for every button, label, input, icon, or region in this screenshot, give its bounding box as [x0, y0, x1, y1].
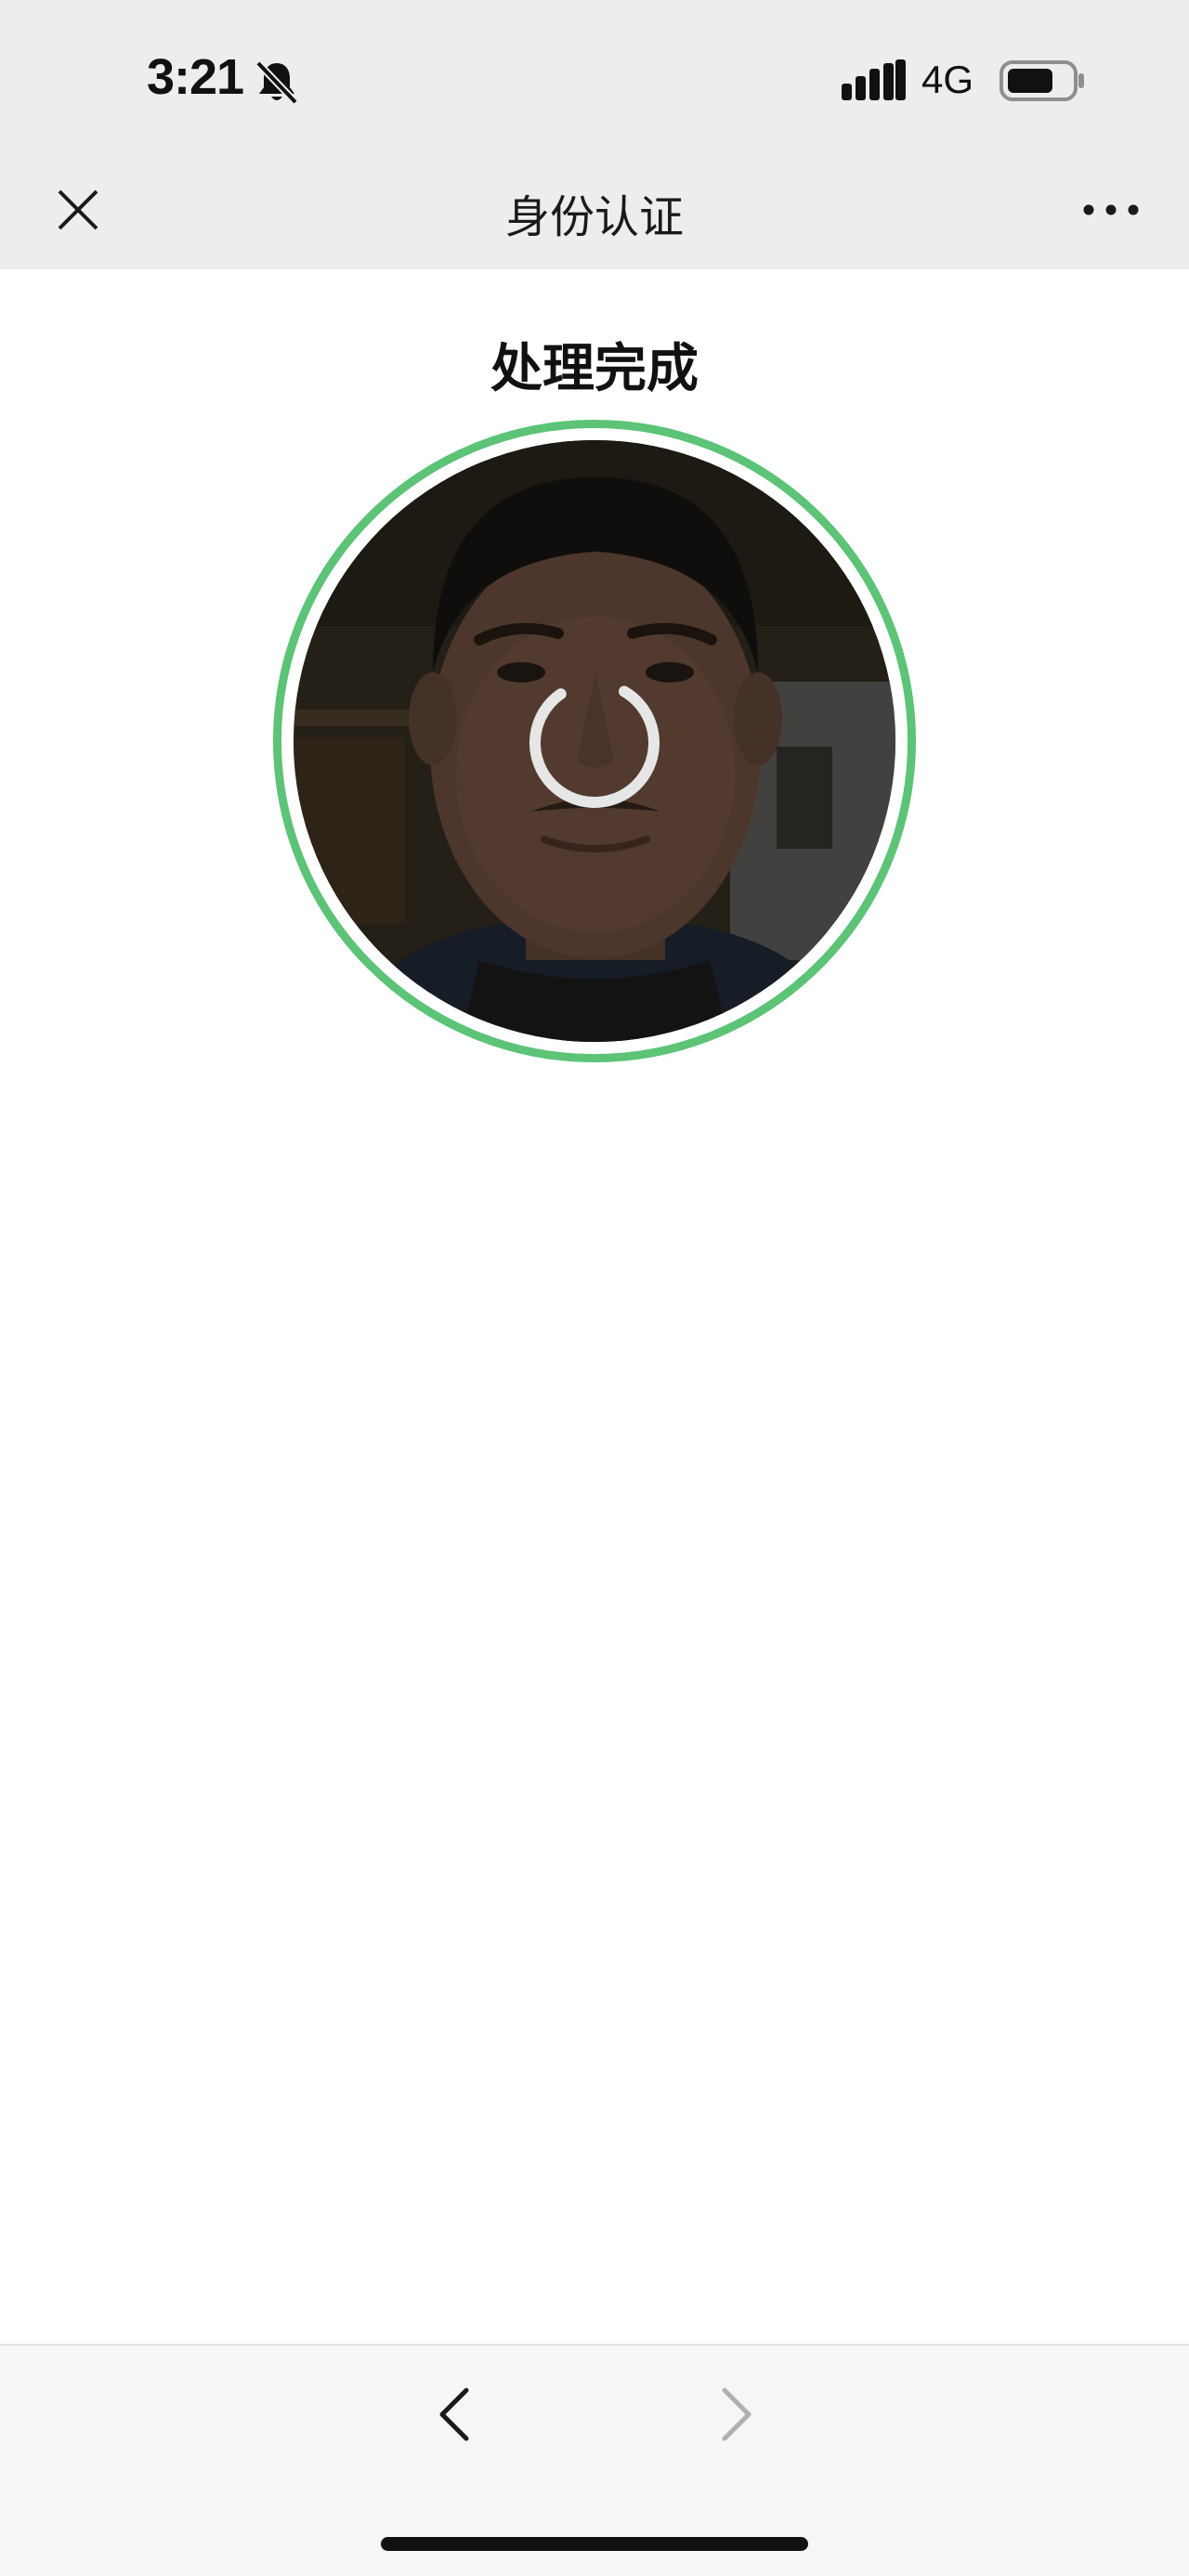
bell-off-icon — [255, 60, 298, 105]
network-label: 4G — [921, 58, 974, 101]
more-icon[interactable] — [1081, 191, 1141, 228]
chevron-left-icon[interactable] — [429, 2385, 485, 2444]
screen: 3:21 4G 身份认证 处理完成 — [0, 0, 1189, 2576]
status-time: 3:21 — [147, 49, 244, 105]
loading-spinner — [529, 678, 660, 808]
home-indicator — [381, 2537, 808, 2551]
chevron-right-icon[interactable] — [706, 2385, 762, 2444]
signal-icon — [842, 59, 906, 100]
battery-icon — [1000, 60, 1084, 101]
page-title: 身份认证 — [504, 191, 684, 243]
status-heading: 处理完成 — [490, 339, 699, 399]
